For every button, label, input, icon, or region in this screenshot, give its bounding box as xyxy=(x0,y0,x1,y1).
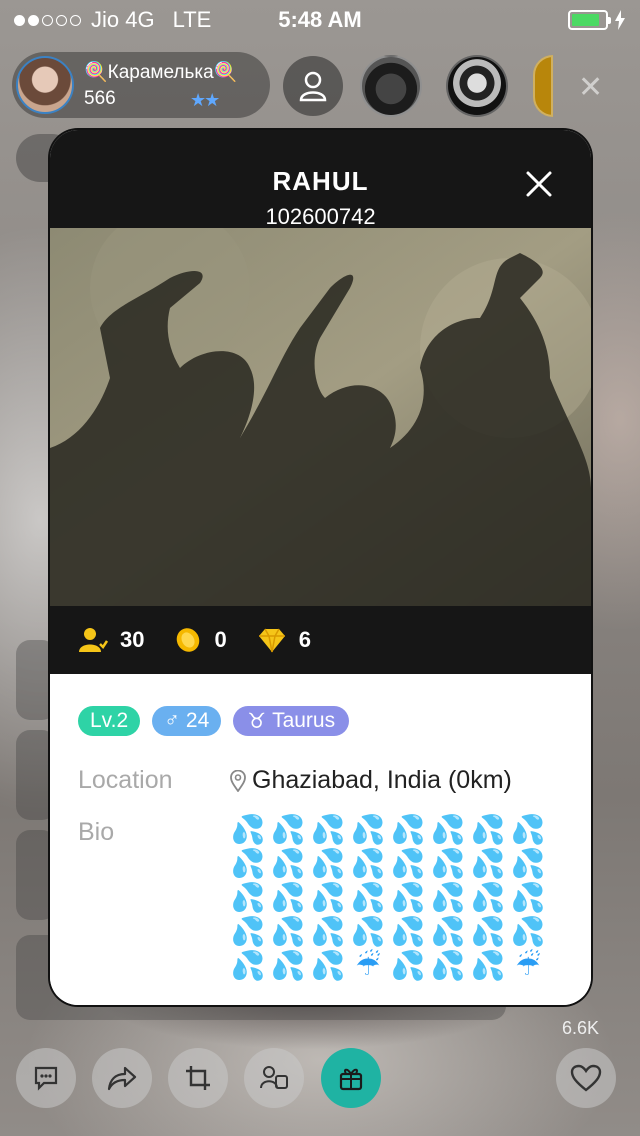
bio-emoji: 💦 xyxy=(430,848,466,879)
bio-emoji: 💦 xyxy=(350,814,386,845)
gift-button[interactable] xyxy=(321,1048,381,1108)
zodiac-badge: ♉ Taurus xyxy=(233,706,350,736)
signal-icon xyxy=(14,14,81,26)
bio-emoji: 💦 xyxy=(310,814,346,845)
profile-details: Lv.2 ♂ 24 ♉ Taurus Location Ghaziabad, I… xyxy=(50,674,591,1005)
bio-emoji: 💦 xyxy=(430,882,466,913)
taurus-icon: ♉ xyxy=(247,709,267,733)
location-label: Location xyxy=(78,766,173,794)
bio-emoji: 💦 xyxy=(430,950,466,981)
bio-emoji: 💦 xyxy=(230,882,266,913)
male-icon: ♂ xyxy=(164,709,180,732)
bio-text: 💦 💦 💦 💦 💦 💦 💦 💦 💦 💦 💦 💦 💦 💦 💦 💦 💦 💦 💦 💦 💦 💦 💦 💦 💦 💦 💦 💦 💦 💦 💦 💦 💦 💦 💦 ☔ 💦 💦 💦 ☔ xyxy=(228,814,558,982)
bio-emoji: 💦 xyxy=(230,950,266,981)
status-bar: Jio 4G LTE 5:48 AM xyxy=(0,0,640,40)
bio-emoji: 💦 xyxy=(430,916,466,947)
bio-emoji: 💦 xyxy=(470,814,506,845)
gender-age-badge: ♂ 24 xyxy=(152,706,222,736)
viewer-avatar[interactable] xyxy=(446,55,508,117)
bio-emoji: 💦 xyxy=(350,882,386,913)
diamond-icon xyxy=(258,628,285,653)
bio-emoji: 💦 xyxy=(270,950,306,981)
bio-emoji: 💦 xyxy=(350,916,386,947)
charging-icon xyxy=(615,10,625,30)
guests-button[interactable] xyxy=(244,1048,304,1108)
coin-icon xyxy=(177,628,200,652)
coins-stat[interactable]: 0 xyxy=(174,626,227,654)
chat-button[interactable] xyxy=(16,1048,76,1108)
host-info-pill[interactable]: 🍭Карамелька🍭 566 ★★ xyxy=(12,52,270,118)
host-avatar[interactable] xyxy=(16,56,74,114)
profile-id: 102600742 xyxy=(265,204,376,229)
viewer-avatar[interactable] xyxy=(533,55,553,117)
followers-count: 30 xyxy=(120,627,145,652)
battery-icon xyxy=(568,10,611,30)
share-icon xyxy=(107,1066,137,1091)
chat-icon xyxy=(34,1066,58,1091)
bio-emoji: 💦 xyxy=(270,848,306,879)
bio-emoji: ☔ xyxy=(355,950,381,981)
host-stars-icon: ★★ xyxy=(190,90,220,110)
gift-icon xyxy=(339,1068,363,1091)
share-button[interactable] xyxy=(92,1048,152,1108)
bio-emoji: ☔ xyxy=(515,950,541,981)
bio-emoji: 💦 xyxy=(470,950,506,981)
diamonds-stat[interactable]: 6 xyxy=(257,627,311,653)
bio-emoji: 💦 xyxy=(230,848,266,879)
bio-emoji: 💦 xyxy=(310,882,346,913)
bio-emoji: 💦 xyxy=(230,814,266,845)
bio-emoji: 💦 xyxy=(510,848,546,879)
followers-icon xyxy=(79,628,108,652)
bio-emoji: 💦 xyxy=(270,882,306,913)
diamonds-count: 6 xyxy=(298,627,311,652)
bio-emoji: 💦 xyxy=(510,814,546,845)
network-label: LTE xyxy=(172,7,212,32)
heart-count: 6.6K xyxy=(562,1018,600,1038)
bio-emoji: 💦 xyxy=(510,882,546,913)
profile-stats-bar: 30 0 6 xyxy=(50,606,591,674)
bio-emoji: 💦 xyxy=(230,916,266,947)
host-name: 🍭Карамелька🍭 xyxy=(84,62,238,83)
bio-emoji: 💦 xyxy=(310,950,346,981)
bio-emoji: 💦 xyxy=(350,848,386,879)
heart-icon xyxy=(570,1064,602,1092)
followers-stat[interactable]: 30 xyxy=(78,627,144,653)
level-badge: Lv.2 xyxy=(78,706,141,736)
location-value: Ghaziabad, India (0km) xyxy=(230,766,512,795)
location-pin-icon xyxy=(230,769,246,792)
guests-icon xyxy=(260,1066,288,1089)
bio-label: Bio xyxy=(78,818,115,846)
viewer-avatar[interactable] xyxy=(360,55,422,117)
bio-emoji: 💦 xyxy=(470,916,506,947)
carrier-label: Jio 4G xyxy=(91,7,155,32)
bio-emoji: 💦 xyxy=(430,814,466,845)
bio-emoji: 💦 xyxy=(390,916,426,947)
close-icon[interactable] xyxy=(525,170,553,198)
bio-emoji: 💦 xyxy=(390,882,426,913)
screenshot-button[interactable] xyxy=(168,1048,228,1108)
coins-count: 0 xyxy=(214,627,227,652)
close-stream-icon[interactable]: ✕ xyxy=(578,70,603,105)
bio-emoji: 💦 xyxy=(310,848,346,879)
like-button[interactable] xyxy=(556,1048,616,1108)
bio-emoji: 💦 xyxy=(270,916,306,947)
user-icon xyxy=(299,71,327,102)
profile-header: RAHUL 102600742 xyxy=(50,130,591,229)
bio-emoji: 💦 xyxy=(390,848,426,879)
bio-emoji: 💦 xyxy=(310,916,346,947)
follow-user-button[interactable] xyxy=(283,56,343,116)
user-profile-card: RAHUL 102600742 30 0 6 Lv.2 ♂ 24 ♉ Tauru… xyxy=(50,130,591,1005)
bio-emoji: 💦 xyxy=(390,814,426,845)
bio-emoji: 💦 xyxy=(510,916,546,947)
profile-name: RAHUL xyxy=(272,166,369,196)
profile-photo[interactable] xyxy=(50,228,591,606)
bio-emoji: 💦 xyxy=(390,950,426,981)
bio-emoji: 💦 xyxy=(470,882,506,913)
crop-icon xyxy=(186,1066,210,1090)
bio-emoji: 💦 xyxy=(270,814,306,845)
bio-emoji: 💦 xyxy=(470,848,506,879)
